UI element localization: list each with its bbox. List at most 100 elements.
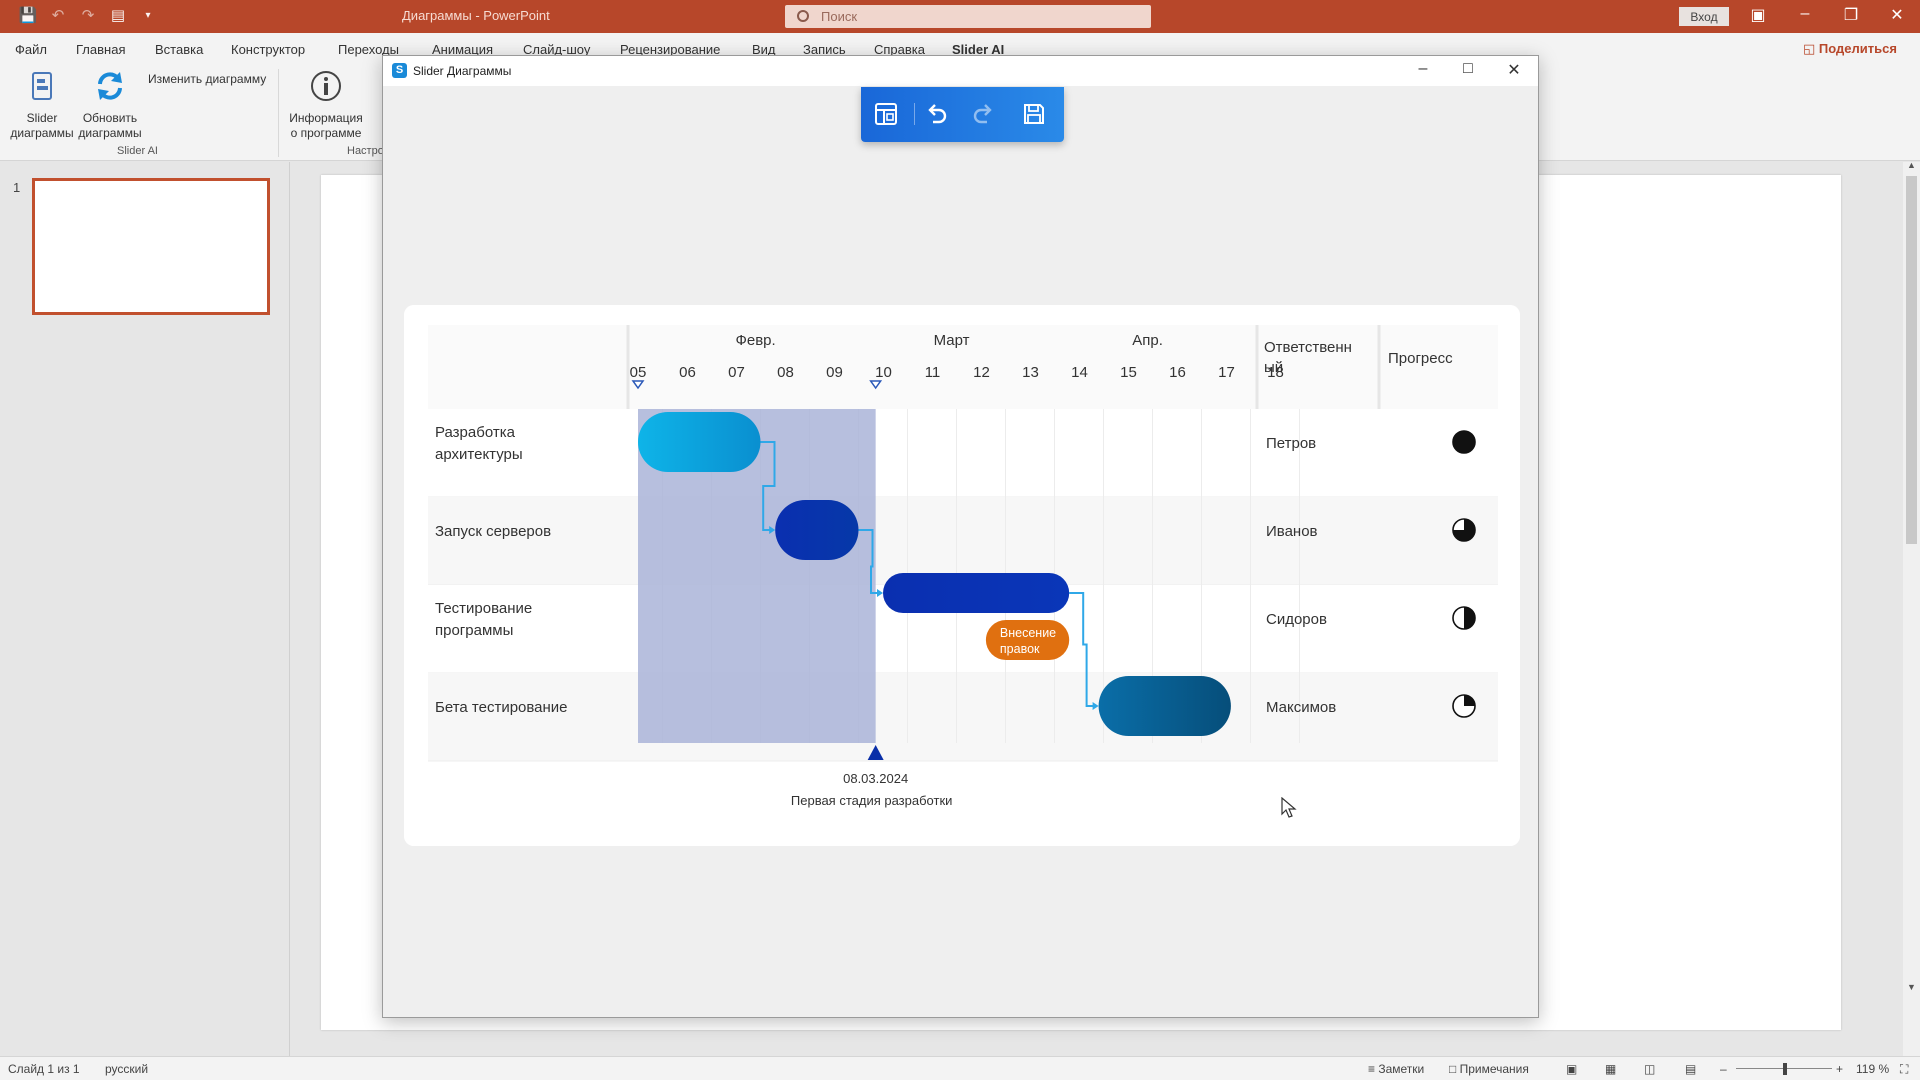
redo-button[interactable] [967, 97, 1001, 131]
search-input[interactable]: Поиск [785, 5, 1151, 28]
app-titlebar: 💾 ↶ ↷ ▤ ▾ Диаграммы - PowerPoint Поиск В… [0, 0, 1920, 33]
dialog-title: Slider Диаграммы [413, 64, 512, 78]
gantt-subtask-label: правок [1000, 642, 1040, 656]
undo-button[interactable] [919, 97, 953, 131]
tab-file[interactable]: Файл [15, 42, 47, 57]
restore-icon[interactable]: ❐ [1831, 5, 1871, 25]
gantt-row-bg [428, 497, 1498, 585]
minimize-icon[interactable]: – [1785, 5, 1825, 23]
save-diagram-button[interactable] [1017, 97, 1051, 131]
edit-diagram-button[interactable]: Изменить диаграмму [148, 72, 266, 87]
gantt-day-label: 12 [973, 364, 990, 381]
search-placeholder: Поиск [821, 9, 858, 24]
gantt-task-name: программы [435, 622, 513, 639]
gantt-row-bg [428, 673, 1498, 761]
gantt-task-bar[interactable] [638, 412, 761, 472]
gantt-day-label: 09 [826, 364, 843, 381]
slider-diagrams-button[interactable]: Slider диаграммы [8, 69, 76, 141]
normal-view-icon[interactable]: ▣ [1566, 1062, 1577, 1076]
dialog-close-icon[interactable]: ✕ [1496, 60, 1532, 80]
search-icon [797, 10, 809, 22]
responsible-header-line2: ый [1264, 359, 1283, 376]
gantt-task-name: Разработка [435, 424, 516, 441]
customize-qat-icon[interactable]: ▾ [138, 10, 158, 21]
zoom-level[interactable]: 119 % [1856, 1062, 1889, 1076]
gantt-task-bar[interactable] [1098, 676, 1231, 736]
gantt-day-label: 10 [875, 364, 892, 381]
undo-icon[interactable]: ↶ [48, 6, 68, 24]
gantt-task-name: Запуск серверов [435, 523, 551, 540]
scroll-down-icon[interactable]: ▼ [1907, 982, 1916, 992]
zoom-slider-thumb[interactable] [1783, 1063, 1787, 1075]
slider-logo-icon: S [392, 63, 407, 78]
gantt-task-name: Тестирование [435, 600, 532, 617]
gantt-month-label: Март [934, 332, 970, 349]
milestone-date: 08.03.2024 [843, 771, 908, 786]
gantt-day-label: 13 [1022, 364, 1039, 381]
ribbon-group-label-2: Настро [347, 145, 384, 157]
gantt-task-responsible: Петров [1266, 435, 1316, 452]
responsible-header-line1: Ответственн [1264, 339, 1352, 356]
language-indicator[interactable]: русский [105, 1062, 148, 1076]
slide-number: 1 [13, 180, 21, 195]
notes-icon: ≡ [1368, 1062, 1379, 1076]
comments-button[interactable]: □ Примечания [1449, 1062, 1529, 1076]
gantt-day-label: 05 [630, 364, 647, 381]
redo-arrow-icon [973, 104, 992, 124]
gantt-day-label: 14 [1071, 364, 1088, 381]
sorter-view-icon[interactable]: ▦ [1605, 1062, 1616, 1076]
document-title: Диаграммы - PowerPoint [402, 8, 550, 23]
slideshow-view-icon[interactable]: ▤ [1685, 1062, 1696, 1076]
scroll-up-icon[interactable]: ▲ [1907, 160, 1916, 170]
gantt-task-bar[interactable] [883, 573, 1070, 613]
gantt-task-responsible: Максимов [1266, 699, 1336, 716]
templates-button[interactable] [869, 97, 903, 131]
tab-design[interactable]: Конструктор [231, 42, 305, 57]
zoom-out-icon[interactable]: – [1720, 1062, 1727, 1076]
undo-arrow-icon [928, 104, 947, 124]
gantt-day-label: 11 [925, 364, 941, 381]
toolbar-separator [914, 103, 915, 125]
quick-access-toolbar: 💾 ↶ ↷ ▤ ▾ [18, 6, 158, 24]
vertical-scrollbar[interactable]: ▲ ▼ [1903, 160, 1920, 1056]
slide-counter: Слайд 1 из 1 [8, 1062, 80, 1076]
tab-insert[interactable]: Вставка [155, 42, 203, 57]
notes-button[interactable]: ≡ Заметки [1368, 1062, 1424, 1076]
status-bar: Слайд 1 из 1 русский ≡ Заметки □ Примеча… [0, 1056, 1920, 1080]
zoom-in-icon[interactable]: + [1836, 1062, 1843, 1076]
close-icon[interactable]: ✕ [1877, 5, 1917, 25]
signin-button[interactable]: Вход [1679, 7, 1729, 26]
gantt-task-responsible: Иванов [1266, 523, 1318, 540]
comment-icon: □ [1449, 1062, 1460, 1076]
present-icon[interactable]: ▤ [108, 6, 128, 24]
ribbon-group-label: Slider AI [117, 145, 158, 157]
save-icon[interactable]: 💾 [18, 6, 38, 24]
reading-view-icon[interactable]: ◫ [1644, 1062, 1655, 1076]
milestone-label: Первая стадия разработки [791, 793, 953, 808]
floppy-save-icon [1024, 104, 1044, 124]
progress-header: Прогресс [1388, 350, 1453, 367]
fit-slide-icon[interactable]: ⛶ [1900, 1062, 1908, 1077]
dialog-maximize-icon[interactable]: □ [1450, 60, 1486, 78]
tab-home[interactable]: Главная [76, 42, 125, 57]
ribbon-display-icon[interactable]: ▣ [1738, 5, 1778, 25]
share-button[interactable]: ◱ Поделиться [1803, 41, 1897, 57]
gantt-card: Февр. Март Апр. 05 06 07 08 09 10 11 12 13 14 15 16 17… [404, 305, 1520, 846]
dialog-minimize-icon[interactable]: – [1405, 60, 1441, 78]
progress-pie-fill [1453, 431, 1475, 453]
refresh-diagrams-button[interactable]: Обновить диаграммы [76, 69, 144, 141]
gantt-day-label: 17 [1218, 364, 1235, 381]
redo-icon[interactable]: ↷ [78, 6, 98, 24]
gantt-task-bar[interactable] [775, 500, 859, 560]
scrollbar-thumb[interactable] [1906, 176, 1917, 544]
gantt-row-bg [428, 409, 1498, 497]
gantt-task-name: Бета тестирование [435, 699, 568, 716]
gantt-subtask-label: Внесение [1000, 626, 1056, 640]
dialog-titlebar: S Slider Диаграммы – □ ✕ [383, 56, 1538, 86]
slide-thumbnail[interactable] [32, 178, 270, 315]
slide-thumbnails-pane: 1 [0, 162, 290, 1056]
editor-toolbar [861, 87, 1064, 142]
gantt-day-label: 08 [777, 364, 794, 381]
about-program-button[interactable]: Информация о программе [284, 69, 368, 141]
template-icon [875, 103, 897, 125]
